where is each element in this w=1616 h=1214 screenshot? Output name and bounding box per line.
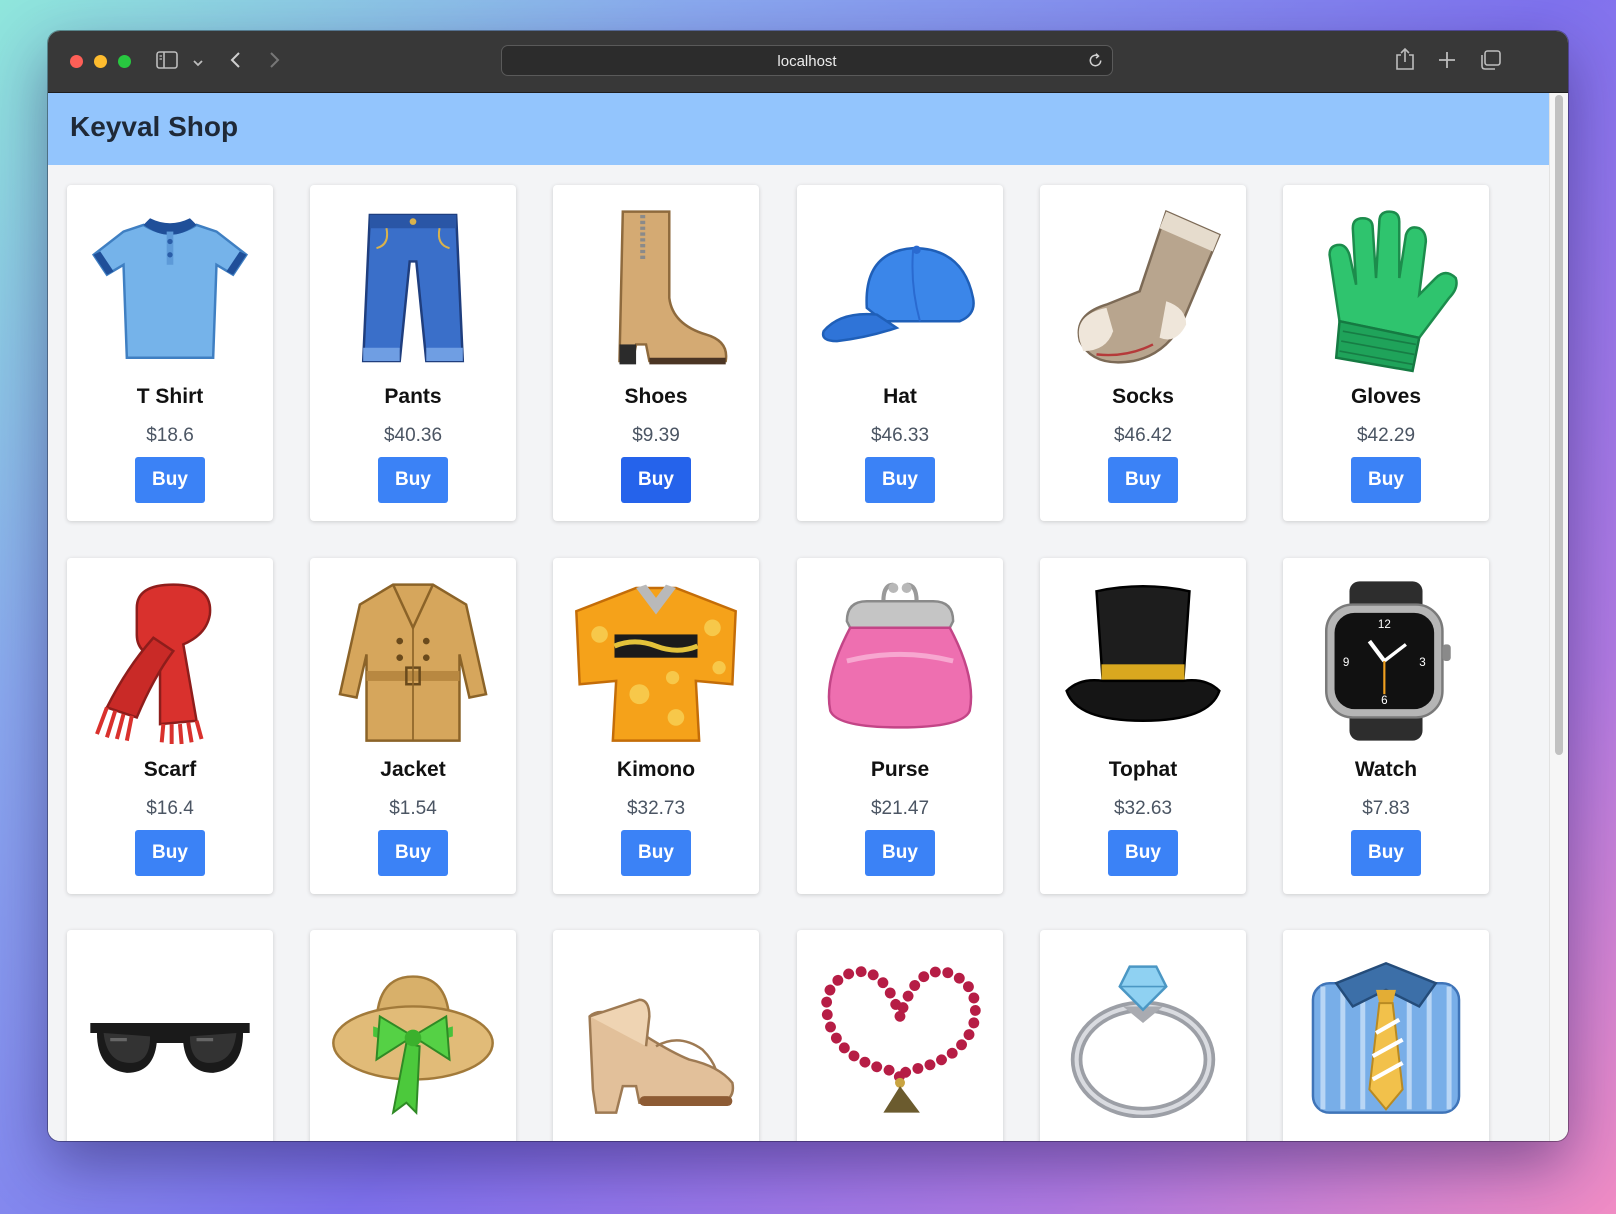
reload-icon[interactable] bbox=[1087, 52, 1104, 74]
chevron-down-icon[interactable] bbox=[192, 55, 204, 73]
product-name: Jacket bbox=[380, 758, 446, 781]
cap-icon bbox=[817, 203, 983, 373]
product-card: Jacket $1.54 Buy bbox=[310, 558, 516, 894]
product-price: $21.47 bbox=[870, 798, 930, 819]
buy-button[interactable]: Buy bbox=[378, 830, 448, 876]
svg-text:6: 6 bbox=[1381, 694, 1387, 707]
ring-icon bbox=[1060, 948, 1226, 1119]
scrollbar[interactable] bbox=[1549, 93, 1568, 1141]
high-heel-icon bbox=[573, 948, 739, 1118]
sun-hat-icon bbox=[330, 948, 496, 1118]
product-name: Hat bbox=[883, 385, 917, 408]
buy-button[interactable]: Buy bbox=[135, 830, 205, 876]
address-bar[interactable]: localhost bbox=[501, 45, 1113, 76]
product-card bbox=[797, 930, 1003, 1141]
product-name: Socks bbox=[1112, 385, 1174, 408]
buy-button[interactable]: Buy bbox=[378, 457, 448, 503]
product-price: $9.39 bbox=[632, 425, 680, 446]
product-card: Socks $46.42 Buy bbox=[1040, 185, 1246, 521]
product-name: Purse bbox=[870, 758, 930, 781]
product-name: Gloves bbox=[1350, 385, 1422, 408]
shop-title: Keyval Shop bbox=[70, 111, 239, 142]
product-name: Shoes bbox=[624, 385, 688, 408]
product-card bbox=[1283, 930, 1489, 1141]
product-price: $16.4 bbox=[146, 798, 194, 819]
buy-button[interactable]: Buy bbox=[1108, 457, 1178, 503]
buy-button[interactable]: Buy bbox=[1108, 830, 1178, 876]
product-card bbox=[553, 930, 759, 1141]
product-price: $32.73 bbox=[626, 798, 686, 819]
minimize-window-button[interactable] bbox=[94, 55, 107, 68]
sock-icon bbox=[1060, 203, 1226, 373]
buy-button[interactable]: Buy bbox=[621, 457, 691, 503]
product-price: $40.36 bbox=[383, 425, 443, 446]
back-icon[interactable] bbox=[229, 50, 243, 75]
buy-button[interactable]: Buy bbox=[865, 457, 935, 503]
product-price: $1.54 bbox=[389, 798, 437, 819]
buy-button[interactable]: Buy bbox=[1351, 830, 1421, 876]
scrollbar-thumb[interactable] bbox=[1555, 95, 1563, 755]
t-shirt-icon bbox=[87, 203, 253, 373]
purse-icon bbox=[817, 576, 983, 746]
product-name: Pants bbox=[384, 385, 442, 408]
product-card: Shoes $9.39 Buy bbox=[553, 185, 759, 521]
svg-text:12: 12 bbox=[1378, 618, 1391, 631]
svg-text:9: 9 bbox=[1343, 656, 1349, 669]
product-name: T Shirt bbox=[136, 385, 204, 408]
buy-button[interactable]: Buy bbox=[621, 830, 691, 876]
browser-window: localhost Keyval Shop T Shirt $18.6 Buy Pan… bbox=[48, 31, 1568, 1141]
forward-icon[interactable] bbox=[267, 50, 281, 75]
scarf-icon bbox=[87, 576, 253, 746]
product-name: Tophat bbox=[1108, 758, 1178, 781]
product-card bbox=[1040, 930, 1246, 1141]
product-price: $32.63 bbox=[1113, 798, 1173, 819]
url-text: localhost bbox=[777, 53, 837, 70]
product-card bbox=[310, 930, 516, 1141]
product-card bbox=[67, 930, 273, 1141]
product-name: Kimono bbox=[616, 758, 696, 781]
product-card: Kimono $32.73 Buy bbox=[553, 558, 759, 894]
product-card: 12 6 9 3 Watch $7.83 Buy bbox=[1283, 558, 1489, 894]
new-tab-icon[interactable] bbox=[1437, 50, 1457, 75]
shop-header: Keyval Shop bbox=[48, 93, 1550, 165]
svg-text:3: 3 bbox=[1419, 656, 1425, 669]
prayer-beads-icon bbox=[817, 948, 983, 1118]
shirt-tie-icon bbox=[1303, 948, 1469, 1118]
kimono-icon bbox=[573, 576, 739, 746]
product-price: $7.83 bbox=[1362, 798, 1410, 819]
boot-icon bbox=[573, 203, 739, 373]
gloves-icon bbox=[1303, 203, 1469, 373]
product-card: Pants $40.36 Buy bbox=[310, 185, 516, 521]
product-card: Scarf $16.4 Buy bbox=[67, 558, 273, 894]
product-card: Gloves $42.29 Buy bbox=[1283, 185, 1489, 521]
shop-page: Keyval Shop T Shirt $18.6 Buy Pants $40.36 Bu… bbox=[48, 93, 1550, 1141]
buy-button[interactable]: Buy bbox=[1351, 457, 1421, 503]
share-icon[interactable] bbox=[1395, 47, 1415, 76]
product-price: $46.33 bbox=[870, 425, 930, 446]
buy-button[interactable]: Buy bbox=[135, 457, 205, 503]
product-price: $46.42 bbox=[1113, 425, 1173, 446]
watch-icon: 12 6 9 3 bbox=[1303, 576, 1469, 746]
tophat-icon bbox=[1060, 576, 1226, 746]
product-price: $42.29 bbox=[1356, 425, 1416, 446]
product-price: $18.6 bbox=[146, 425, 194, 446]
browser-toolbar: localhost bbox=[48, 31, 1568, 93]
product-name: Scarf bbox=[143, 758, 197, 781]
sidebar-toggle-icon[interactable] bbox=[156, 50, 178, 75]
product-name: Watch bbox=[1354, 758, 1418, 781]
product-card: T Shirt $18.6 Buy bbox=[67, 185, 273, 521]
coat-icon bbox=[330, 576, 496, 746]
product-card: Hat $46.33 Buy bbox=[797, 185, 1003, 521]
tab-overview-icon[interactable] bbox=[1478, 49, 1502, 76]
buy-button[interactable]: Buy bbox=[865, 830, 935, 876]
product-card: Tophat $32.63 Buy bbox=[1040, 558, 1246, 894]
sunglasses-icon bbox=[87, 948, 253, 1118]
zoom-window-button[interactable] bbox=[118, 55, 131, 68]
close-window-button[interactable] bbox=[70, 55, 83, 68]
product-card: Purse $21.47 Buy bbox=[797, 558, 1003, 894]
jeans-icon bbox=[330, 203, 496, 373]
